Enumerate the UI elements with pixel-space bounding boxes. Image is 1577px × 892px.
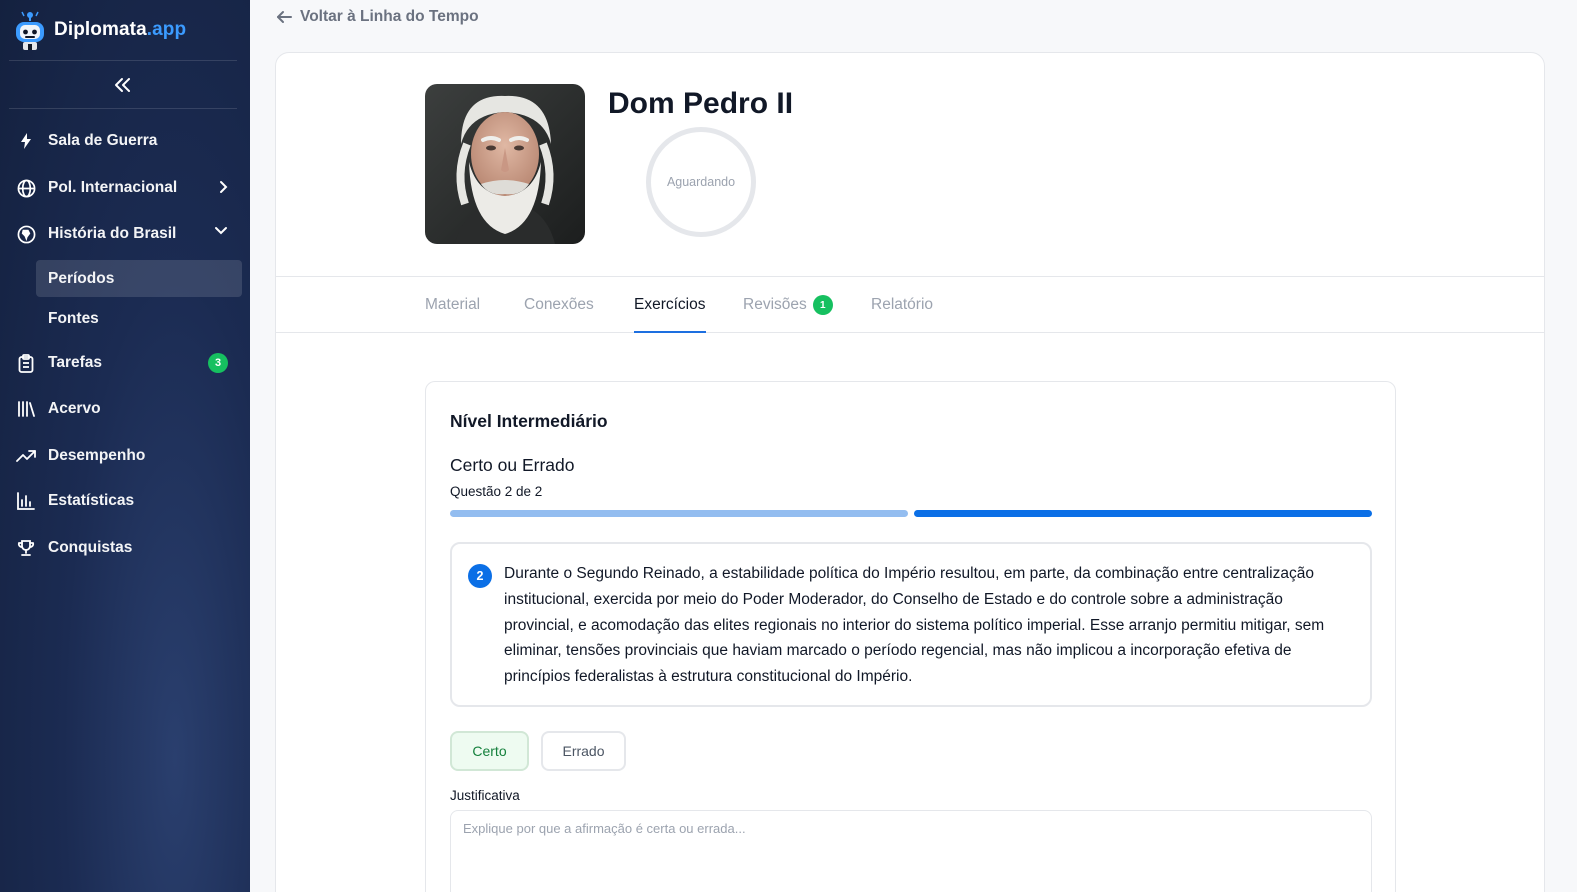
arrow-left-icon: [277, 11, 292, 23]
sidebar-subitem-label: Fontes: [48, 309, 99, 327]
answer-true-button[interactable]: Certo: [450, 731, 529, 771]
sidebar-item-desempenho[interactable]: Desempenho: [14, 438, 238, 474]
collapse-sidebar-button[interactable]: [108, 72, 138, 98]
tab-label: Revisões: [743, 296, 807, 313]
tab-label: Conexões: [524, 296, 594, 313]
tabs-bar: Material Conexões Exercícios Revisões 1 R…: [276, 276, 1544, 333]
sidebar-item-label: Acervo: [48, 400, 101, 417]
progress-segment-done: [450, 510, 908, 517]
exercise-type: Certo ou Errado: [450, 455, 575, 475]
question-progress: [450, 510, 1372, 518]
back-to-timeline-link[interactable]: Voltar à Linha do Tempo: [276, 6, 479, 28]
lightning-icon: [14, 131, 38, 151]
tab-label: Relatório: [871, 296, 934, 313]
sidebar-item-sala-de-guerra[interactable]: Sala de Guerra: [14, 123, 238, 159]
page-title: Dom Pedro II: [608, 87, 794, 120]
sidebar-item-label: Estatísticas: [48, 492, 135, 509]
tab-material[interactable]: Material: [425, 277, 480, 333]
tab-relatorio[interactable]: Relatório: [871, 277, 933, 333]
sidebar-subitem-label: Períodos: [48, 269, 115, 287]
library-icon: [14, 399, 38, 419]
exercise-level: Nível Intermediário: [450, 411, 608, 431]
justification-label: Justificativa: [450, 788, 520, 803]
brazil-globe-icon: [14, 224, 38, 244]
globe-icon: [14, 178, 38, 198]
sidebar-item-label: Desempenho: [48, 447, 146, 464]
sidebar-item-conquistas[interactable]: Conquistas: [14, 530, 238, 566]
sidebar: Diplomata.app Sala de Guerra Pol. Intern…: [0, 0, 250, 892]
sidebar-item-pol-internacional[interactable]: Pol. Internacional: [14, 170, 238, 206]
sidebar-subitem-fontes[interactable]: Fontes: [36, 300, 242, 337]
sidebar-item-label: Tarefas: [48, 354, 102, 371]
progress-segment-current: [914, 510, 1372, 517]
back-link-label: Voltar à Linha do Tempo: [300, 8, 479, 25]
sidebar-item-label: Conquistas: [48, 539, 133, 556]
answer-false-button[interactable]: Errado: [541, 731, 626, 771]
question-statement: Durante o Segundo Reinado, a estabilidad…: [504, 565, 1325, 686]
brand-logo-link[interactable]: Diplomata.app: [12, 6, 186, 54]
tab-conexoes[interactable]: Conexões: [524, 277, 594, 333]
brand-name: Diplomata.app: [54, 19, 187, 40]
sidebar-item-label: História do Brasil: [48, 225, 177, 242]
justification-input[interactable]: [450, 810, 1372, 892]
bar-chart-icon: [14, 491, 38, 511]
status-ring: Aguardando: [646, 127, 756, 237]
chevron-right-icon: [220, 181, 228, 193]
tab-label: Exercícios: [634, 296, 706, 313]
question-statement-box: 2 Durante o Segundo Reinado, a estabilid…: [450, 542, 1372, 707]
trophy-icon: [14, 538, 38, 558]
sidebar-item-label: Pol. Internacional: [48, 179, 178, 196]
status-label: Aguardando: [666, 175, 736, 189]
revisions-count-badge: 1: [812, 295, 833, 315]
main-card: Dom Pedro II Aguardando Material Conexõe…: [275, 52, 1545, 892]
question-counter: Questão 2 de 2: [450, 484, 543, 499]
sidebar-item-estatisticas[interactable]: Estatísticas: [14, 483, 238, 519]
chevrons-left-icon: [115, 78, 130, 92]
portrait-image: [425, 84, 585, 244]
sidebar-subitem-periodos[interactable]: Períodos: [36, 260, 242, 297]
exercise-panel: Nível Intermediário Certo ou Errado Ques…: [425, 381, 1396, 892]
tab-revisoes[interactable]: Revisões 1: [743, 277, 833, 333]
sidebar-item-historia-do-brasil[interactable]: História do Brasil: [14, 216, 238, 252]
trending-up-icon: [14, 446, 38, 466]
sidebar-item-tarefas[interactable]: Tarefas 3: [14, 345, 238, 381]
question-number-badge: 2: [468, 564, 492, 588]
robot-logo-icon: [16, 11, 44, 50]
clipboard-icon: [14, 353, 38, 373]
chevron-down-icon: [215, 227, 227, 235]
sidebar-item-acervo[interactable]: Acervo: [14, 391, 238, 427]
tab-exercicios[interactable]: Exercícios: [634, 277, 706, 333]
tab-label: Material: [425, 296, 481, 313]
sidebar-divider: [9, 60, 237, 61]
tasks-count-badge: 3: [208, 353, 228, 373]
sidebar-divider: [9, 108, 237, 109]
sidebar-item-label: Sala de Guerra: [48, 132, 158, 149]
